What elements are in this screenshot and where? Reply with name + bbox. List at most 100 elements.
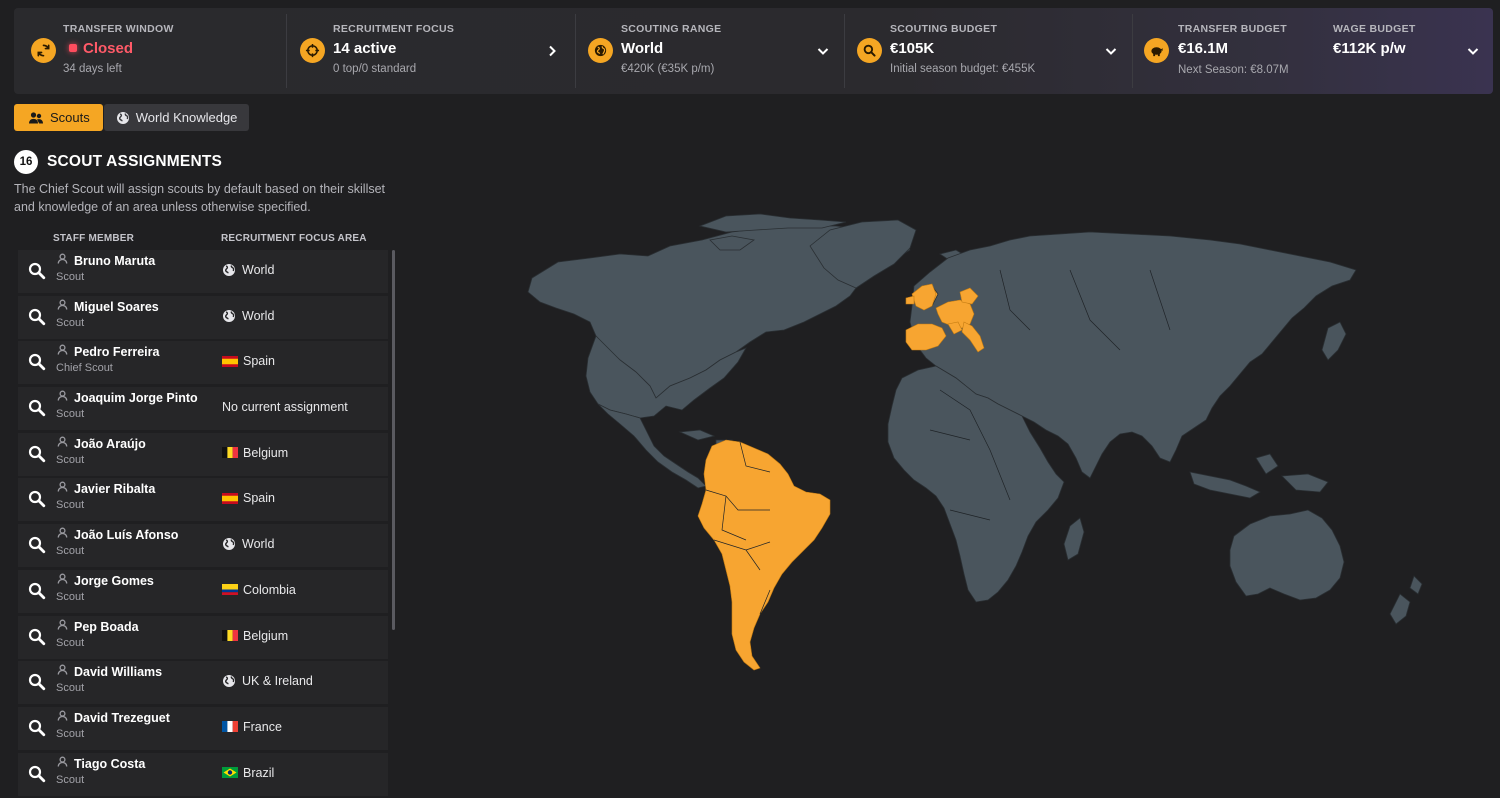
- scout-row[interactable]: Jorge Gomes Scout Colombia: [18, 569, 388, 613]
- search-icon[interactable]: [27, 398, 47, 418]
- recruitment-focus-panel[interactable]: RECRUITMENT FOCUS 14 active 0 top/0 stan…: [287, 8, 575, 94]
- belgium-flag-icon: [222, 630, 238, 641]
- tab-scouts[interactable]: Scouts: [14, 104, 103, 131]
- search-icon[interactable]: [27, 764, 47, 784]
- scout-row[interactable]: Tiago Costa Scout Brazil: [18, 752, 388, 796]
- scout-name[interactable]: Joaquim Jorge Pinto: [74, 391, 198, 405]
- scout-row[interactable]: João Araújo Scout Belgium: [18, 432, 388, 476]
- scout-name[interactable]: Bruno Maruta: [74, 254, 155, 268]
- search-icon[interactable]: [27, 581, 47, 601]
- search-icon: [857, 38, 882, 63]
- search-icon[interactable]: [27, 627, 47, 647]
- section-description: The Chief Scout will assign scouts by de…: [14, 182, 386, 214]
- focus-area[interactable]: World: [222, 309, 274, 323]
- scout-assignment-list: Bruno Maruta Scout World Miguel Soares Scout…: [18, 250, 388, 798]
- scouting-range-cost: €420K (€35K p/m): [621, 63, 715, 75]
- scout-row[interactable]: Pep Boada Scout Belgium: [18, 615, 388, 659]
- search-icon[interactable]: [27, 489, 47, 509]
- focus-area[interactable]: World: [222, 263, 274, 277]
- transfer-window-days: 34 days left: [63, 63, 122, 75]
- search-icon[interactable]: [27, 307, 47, 327]
- focus-area-label: Brazil: [243, 765, 275, 780]
- scouting-range-panel[interactable]: SCOUTING RANGE World €420K (€35K p/m): [576, 8, 844, 94]
- scout-name[interactable]: Tiago Costa: [74, 757, 145, 771]
- focus-area[interactable]: Colombia: [222, 583, 296, 597]
- focus-area[interactable]: Spain: [222, 491, 275, 505]
- scout-name[interactable]: David Williams: [74, 665, 162, 679]
- scout-name[interactable]: Jorge Gomes: [74, 574, 154, 588]
- scout-row[interactable]: João Luís Afonso Scout World: [18, 524, 388, 568]
- scout-name[interactable]: Javier Ribalta: [74, 482, 155, 496]
- list-scrollbar[interactable]: [392, 250, 395, 630]
- map-region-south-america[interactable]: [697, 439, 831, 671]
- world-map[interactable]: [470, 210, 1480, 690]
- scout-role: Scout: [56, 773, 85, 786]
- tab-world-knowledge[interactable]: World Knowledge: [103, 104, 250, 131]
- section-title: SCOUT ASSIGNMENTS: [47, 153, 223, 170]
- scout-name[interactable]: João Luís Afonso: [74, 528, 178, 542]
- person-icon: [57, 344, 68, 355]
- scout-row[interactable]: Bruno Maruta Scout World: [18, 250, 388, 293]
- focus-area-label: Belgium: [243, 628, 289, 643]
- focus-area-label: World: [242, 263, 275, 277]
- chevron-down-icon[interactable]: [816, 44, 830, 58]
- focus-area[interactable]: Spain: [222, 354, 275, 368]
- column-header-area: RECRUITMENT FOCUS AREA: [221, 233, 367, 244]
- focus-area[interactable]: Brazil: [222, 766, 274, 780]
- globe-icon: [588, 38, 613, 63]
- focus-area[interactable]: France: [222, 720, 282, 734]
- scout-role: Scout: [56, 545, 85, 558]
- refresh-icon: [31, 38, 56, 63]
- transfer-budget-value: €16.1M: [1178, 40, 1229, 57]
- focus-area-label: World: [242, 537, 275, 552]
- person-icon: [57, 390, 68, 401]
- focus-area-label: No current assignment: [222, 400, 348, 415]
- search-icon[interactable]: [27, 352, 47, 372]
- search-icon[interactable]: [27, 261, 47, 281]
- person-icon: [57, 436, 68, 447]
- spain-flag-icon: [222, 492, 238, 504]
- person-icon: [57, 573, 68, 584]
- budget-summary-bar: TRANSFER WINDOW Closed 34 days left RECR…: [14, 8, 1493, 94]
- scout-row[interactable]: Javier Ribalta Scout Spain: [18, 478, 388, 522]
- scout-role: Scout: [56, 271, 85, 283]
- scout-row[interactable]: Pedro Ferreira Chief Scout Spain: [18, 341, 388, 385]
- chevron-down-icon[interactable]: [1466, 44, 1480, 58]
- transfer-budget-panel[interactable]: TRANSFER BUDGET €16.1M Next Season: €8.0…: [1133, 8, 1493, 94]
- focus-area[interactable]: No current assignment: [222, 400, 348, 414]
- search-icon[interactable]: [27, 718, 47, 738]
- scout-name[interactable]: David Trezeguet: [74, 711, 170, 725]
- globe-icon: [223, 264, 235, 276]
- scout-name[interactable]: João Araújo: [74, 437, 146, 451]
- focus-area[interactable]: World: [222, 537, 274, 551]
- map-region-australia: [1229, 509, 1345, 601]
- focus-area[interactable]: UK & Ireland: [222, 674, 313, 688]
- scouting-budget-panel[interactable]: SCOUTING BUDGET €105K Initial season bud…: [845, 8, 1132, 94]
- scout-role: Scout: [56, 316, 85, 329]
- scout-role: Scout: [56, 453, 85, 466]
- chevron-right-icon[interactable]: [545, 44, 559, 58]
- scout-name[interactable]: Pedro Ferreira: [74, 345, 159, 359]
- focus-area[interactable]: Belgium: [222, 446, 288, 460]
- search-icon[interactable]: [27, 444, 47, 464]
- scouting-budget-value: €105K: [890, 40, 935, 57]
- scout-role: Scout: [56, 727, 85, 740]
- france-flag-icon: [222, 721, 238, 733]
- search-icon[interactable]: [27, 672, 47, 692]
- globe-icon: [223, 675, 235, 688]
- search-icon[interactable]: [27, 535, 47, 555]
- scout-role: Scout: [56, 408, 85, 421]
- scout-row[interactable]: David Williams Scout UK & Ireland: [18, 661, 388, 705]
- chevron-down-icon[interactable]: [1104, 44, 1118, 58]
- scout-role: Scout: [56, 682, 85, 695]
- focus-area-label: Belgium: [243, 445, 289, 460]
- transfer-budget-next-season: Next Season: €8.07M: [1178, 64, 1289, 76]
- scout-name[interactable]: Pep Boada: [74, 620, 139, 634]
- scout-row[interactable]: Joaquim Jorge Pinto Scout No current assig…: [18, 387, 388, 431]
- focus-area[interactable]: Belgium: [222, 629, 288, 643]
- recruitment-focus-label: RECRUITMENT FOCUS: [333, 23, 455, 35]
- scout-row[interactable]: Miguel Soares Scout World: [18, 295, 388, 339]
- scout-row[interactable]: David Trezeguet Scout France: [18, 706, 388, 750]
- scout-name[interactable]: Miguel Soares: [74, 300, 159, 314]
- piggy-bank-icon: [1144, 38, 1169, 63]
